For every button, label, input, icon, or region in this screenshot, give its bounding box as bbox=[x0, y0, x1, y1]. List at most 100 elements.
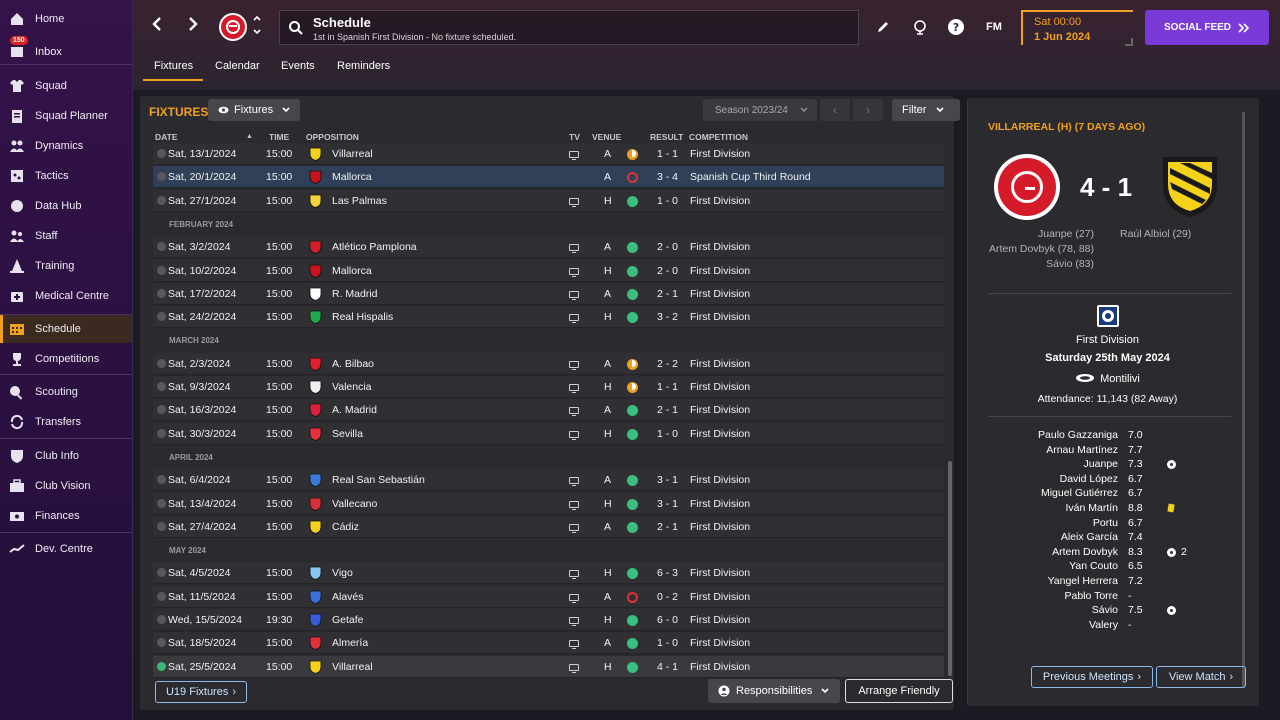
fixture-score[interactable]: 3 - 1 bbox=[657, 498, 678, 510]
team-crest-icon[interactable] bbox=[309, 310, 322, 324]
tab-fixtures[interactable]: Fixtures bbox=[154, 60, 193, 72]
team-crest-icon[interactable] bbox=[309, 590, 322, 604]
game-date[interactable]: Sat 00:00 1 Jun 2024 bbox=[1021, 10, 1133, 46]
tab-calendar[interactable]: Calendar bbox=[215, 60, 260, 72]
tab-events[interactable]: Events bbox=[281, 60, 315, 72]
opposition-team[interactable]: Real San Sebastián bbox=[332, 474, 425, 486]
opposition-team[interactable]: Villarreal bbox=[332, 148, 373, 160]
team-crest-icon[interactable] bbox=[309, 380, 322, 394]
team-crest-icon[interactable] bbox=[309, 520, 322, 534]
help-icon[interactable]: ? bbox=[947, 18, 965, 36]
fixture-row[interactable]: Sat, 9/3/2024 15:00 Valencia H 1 - 1 First Di… bbox=[153, 376, 944, 398]
fixture-row[interactable]: Sat, 20/1/2024 15:00 Mallorca A 3 - 4 Spanish… bbox=[153, 166, 944, 188]
fixture-row[interactable]: Sat, 13/4/2024 15:00 Vallecano H 3 - 1 First … bbox=[153, 493, 944, 515]
fixture-row[interactable]: Wed, 15/5/2024 19:30 Getafe H 6 - 0 First Div… bbox=[153, 609, 944, 631]
player-name[interactable]: Portu bbox=[988, 517, 1118, 529]
opposition-team[interactable]: Alavés bbox=[332, 591, 364, 603]
player-name[interactable]: Arnau Martínez bbox=[988, 444, 1118, 456]
sidebar-item-squad[interactable]: Squad bbox=[0, 72, 132, 100]
opposition-team[interactable]: Sevilla bbox=[332, 428, 363, 440]
col-date[interactable]: DATE bbox=[155, 132, 178, 142]
fixture-row[interactable]: Sat, 10/2/2024 15:00 Mallorca H 2 - 0 First D… bbox=[153, 260, 944, 282]
fixture-competition[interactable]: First Division bbox=[690, 148, 750, 160]
opposition-team[interactable]: Las Palmas bbox=[332, 195, 387, 207]
sidebar-item-transfers[interactable]: Transfers bbox=[0, 408, 132, 436]
team-crest-icon[interactable] bbox=[309, 497, 322, 511]
player-name[interactable]: Sávio bbox=[988, 604, 1118, 616]
home-scorer[interactable]: Sávio (83) bbox=[1046, 258, 1094, 270]
club-switch-chevrons[interactable] bbox=[252, 12, 262, 40]
fixture-score[interactable]: 2 - 1 bbox=[657, 521, 678, 533]
opposition-team[interactable]: Vigo bbox=[332, 567, 353, 579]
fixture-competition[interactable]: First Division bbox=[690, 567, 750, 579]
fixtures-view-dropdown[interactable]: Fixtures bbox=[208, 99, 300, 121]
fixture-competition[interactable]: Spanish Cup Third Round bbox=[690, 171, 811, 183]
fixture-row[interactable]: Sat, 18/5/2024 15:00 Almería A 1 - 0 First Di… bbox=[153, 632, 944, 654]
season-next-button[interactable]: › bbox=[853, 99, 883, 121]
stadium[interactable]: Montilivi bbox=[968, 373, 1247, 385]
fixture-score[interactable]: 1 - 0 bbox=[657, 637, 678, 649]
team-crest-icon[interactable] bbox=[309, 473, 322, 487]
fixture-competition[interactable]: First Division bbox=[690, 498, 750, 510]
fixture-competition[interactable]: First Division bbox=[690, 428, 750, 440]
season-dropdown[interactable]: Season 2023/24 bbox=[703, 99, 817, 121]
sidebar-item-finances[interactable]: Finances bbox=[0, 502, 132, 530]
team-crest-icon[interactable] bbox=[309, 566, 322, 580]
team-crest-icon[interactable] bbox=[309, 170, 322, 184]
fixture-score[interactable]: 1 - 1 bbox=[657, 381, 678, 393]
fixture-competition[interactable]: First Division bbox=[690, 311, 750, 323]
sidebar-item-dev-centre[interactable]: Dev. Centre bbox=[0, 535, 132, 563]
team-crest-icon[interactable] bbox=[309, 427, 322, 441]
fixture-score[interactable]: 6 - 3 bbox=[657, 567, 678, 579]
fixture-row[interactable]: Sat, 27/4/2024 15:00 Cádiz A 2 - 1 First Divi… bbox=[153, 516, 944, 538]
competition-logo-icon[interactable] bbox=[1097, 305, 1119, 327]
team-crest-icon[interactable] bbox=[309, 660, 322, 674]
home-team-crest[interactable] bbox=[994, 154, 1060, 220]
col-venue[interactable]: VENUE bbox=[592, 132, 621, 142]
fixture-competition[interactable]: First Division bbox=[690, 474, 750, 486]
responsibilities-button[interactable]: Responsibilities bbox=[708, 679, 840, 703]
sidebar-item-staff[interactable]: Staff bbox=[0, 222, 132, 250]
sidebar-item-club-info[interactable]: Club Info bbox=[0, 442, 132, 470]
team-crest-icon[interactable] bbox=[309, 403, 322, 417]
fixture-competition[interactable]: First Division bbox=[690, 404, 750, 416]
fixture-score[interactable]: 3 - 2 bbox=[657, 311, 678, 323]
fixture-row[interactable]: Sat, 2/3/2024 15:00 A. Bilbao A 2 - 2 First D… bbox=[153, 353, 944, 375]
edit-icon[interactable] bbox=[874, 18, 892, 36]
fixture-competition[interactable]: First Division bbox=[690, 614, 750, 626]
sidebar-item-training[interactable]: Training bbox=[0, 252, 132, 280]
team-crest-icon[interactable] bbox=[309, 147, 322, 161]
fixture-row[interactable]: Sat, 6/4/2024 15:00 Real San Sebastián A 3 -… bbox=[153, 469, 944, 491]
fixture-competition[interactable]: First Division bbox=[690, 195, 750, 207]
fixture-row[interactable]: Sat, 17/2/2024 15:00 R. Madrid A 2 - 1 First … bbox=[153, 283, 944, 305]
fixture-row[interactable]: Sat, 30/3/2024 15:00 Sevilla H 1 - 0 First Di… bbox=[153, 423, 944, 445]
player-name[interactable]: Iván Martín bbox=[988, 502, 1118, 514]
opposition-team[interactable]: Mallorca bbox=[332, 265, 372, 277]
opposition-team[interactable]: A. Bilbao bbox=[332, 358, 374, 370]
team-crest-icon[interactable] bbox=[309, 636, 322, 650]
fixture-score[interactable]: 2 - 0 bbox=[657, 241, 678, 253]
player-name[interactable]: Yangel Herrera bbox=[988, 575, 1118, 587]
fixture-row[interactable]: Sat, 3/2/2024 15:00 Atlético Pamplona A 2 - … bbox=[153, 236, 944, 258]
player-name[interactable]: Pablo Torre bbox=[988, 590, 1118, 602]
match-panel-scrollbar[interactable] bbox=[1242, 112, 1245, 687]
opposition-team[interactable]: Villarreal bbox=[332, 661, 373, 673]
fixture-score[interactable]: 1 - 0 bbox=[657, 195, 678, 207]
col-competition[interactable]: COMPETITION bbox=[689, 132, 748, 142]
fixture-score[interactable]: 4 - 1 bbox=[657, 661, 678, 673]
fixture-competition[interactable]: First Division bbox=[690, 661, 750, 673]
opposition-team[interactable]: Vallecano bbox=[332, 498, 377, 510]
sidebar-item-medical-centre[interactable]: Medical Centre bbox=[0, 282, 132, 310]
club-crest-button[interactable] bbox=[219, 13, 247, 41]
opposition-team[interactable]: R. Madrid bbox=[332, 288, 378, 300]
team-crest-icon[interactable] bbox=[309, 264, 322, 278]
social-feed-button[interactable]: SOCIAL FEED bbox=[1145, 10, 1269, 45]
sort-asc-icon[interactable]: ▲ bbox=[246, 133, 253, 140]
col-opposition[interactable]: OPPOSITION bbox=[306, 132, 359, 142]
sidebar-item-home[interactable]: Home bbox=[0, 5, 132, 33]
fixtures-scrollbar[interactable] bbox=[948, 461, 952, 676]
opposition-team[interactable]: Cádiz bbox=[332, 521, 359, 533]
player-name[interactable]: Valery bbox=[988, 619, 1118, 631]
team-crest-icon[interactable] bbox=[309, 613, 322, 627]
sidebar-item-club-vision[interactable]: Club Vision bbox=[0, 472, 132, 500]
